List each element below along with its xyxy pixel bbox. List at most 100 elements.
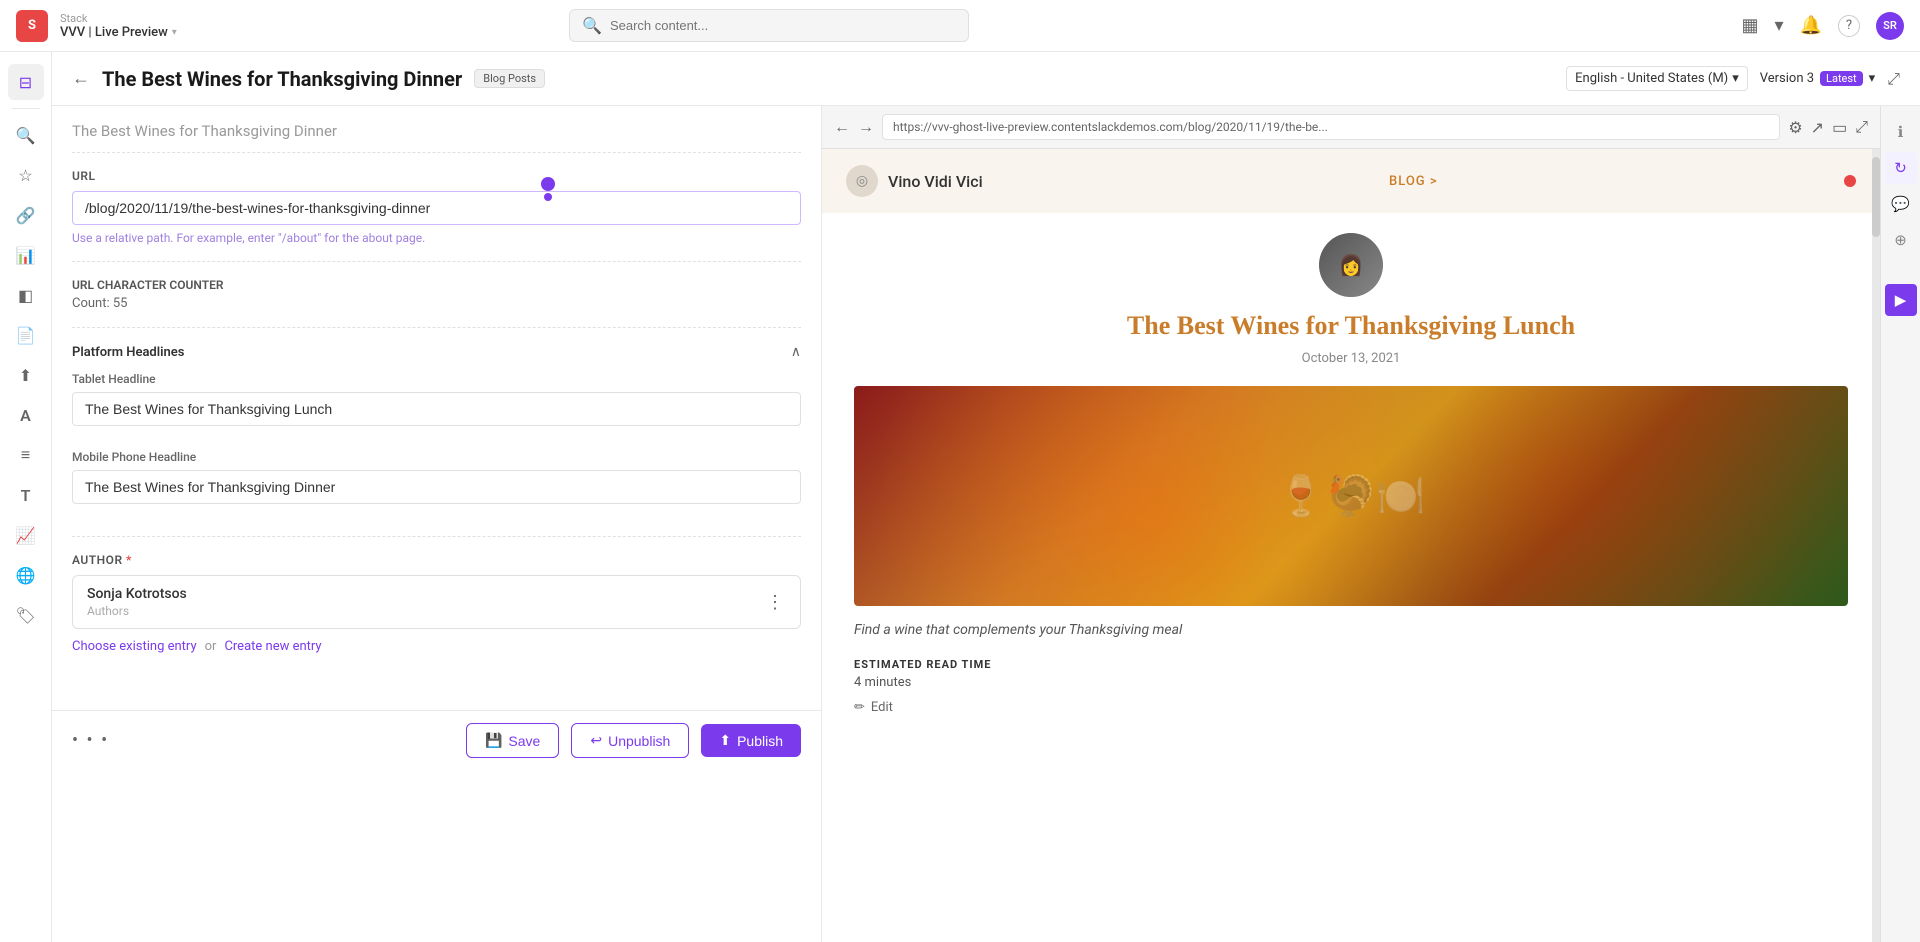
site-logo: ◎ xyxy=(846,165,878,197)
sidebar-item-font[interactable]: A xyxy=(8,397,44,433)
browser-forward-button[interactable]: → xyxy=(858,117,874,137)
sidebar-item-analytics[interactable]: 📈 xyxy=(8,517,44,553)
icon-sidebar: ⊟ 🔍 ☆ 🔗 📊 ◧ 📄 ⬆ A ≡ T 📈 🌐 🏷 xyxy=(0,52,52,942)
stack-info: Stack VVV | Live Preview ▾ xyxy=(60,12,177,40)
sidebar-item-globe[interactable]: 🌐 xyxy=(8,557,44,593)
tablet-headline-field: Tablet Headline xyxy=(72,372,801,426)
right-panel-info-icon[interactable]: ℹ xyxy=(1885,116,1917,148)
sidebar-item-link[interactable]: 🔗 xyxy=(8,197,44,233)
sidebar-item-text[interactable]: T xyxy=(8,477,44,513)
url-input[interactable] xyxy=(72,191,801,225)
article-excerpt: Find a wine that complements your Thanks… xyxy=(854,622,1848,638)
back-button[interactable]: ← xyxy=(72,68,90,89)
unpublish-button[interactable]: ↩ Unpublish xyxy=(571,723,689,758)
right-panel-play-icon[interactable]: ▶ xyxy=(1885,284,1917,316)
search-icon: 🔍 xyxy=(582,16,602,35)
right-panel-chat-icon[interactable]: 💬 xyxy=(1885,188,1917,220)
preview-article: 👩 The Best Wines for Thanksgiving Lunch … xyxy=(822,213,1880,735)
stack-label: Stack xyxy=(60,12,177,25)
chevron-down-icon[interactable]: ▾ xyxy=(1775,15,1784,36)
url-input-wrap xyxy=(72,191,801,225)
sidebar-item-star[interactable]: ☆ xyxy=(8,157,44,193)
search-input[interactable] xyxy=(610,18,956,33)
sidebar-item-tag[interactable]: 🏷 xyxy=(8,597,44,633)
preview-label[interactable]: VVV | Live Preview ▾ xyxy=(60,25,177,40)
author-info: Sonja Kotrotsos Authors xyxy=(87,586,187,618)
topbar: S Stack VVV | Live Preview ▾ 🔍 ▦ ▾ 🔔 ? S… xyxy=(0,0,1920,52)
preview-pane: ← → https://vvv-ghost-live-preview.conte… xyxy=(822,106,1880,942)
choose-existing-entry-link[interactable]: Choose existing entry xyxy=(72,639,197,654)
external-link-icon[interactable]: ↗ xyxy=(1811,118,1824,137)
browser-url-bar[interactable]: https://vvv-ghost-live-preview.contentsl… xyxy=(882,114,1780,140)
author-add-row: Choose existing entry or Create new entr… xyxy=(72,639,801,654)
user-avatar[interactable]: SR xyxy=(1876,12,1904,40)
header-right: English - United States (M) ▾ Version 3 … xyxy=(1566,66,1900,91)
read-time: 4 minutes xyxy=(854,675,1848,690)
sidebar-item-search[interactable]: 🔍 xyxy=(8,117,44,153)
sidebar-item-menu[interactable]: ≡ xyxy=(8,437,44,473)
publish-button[interactable]: ⬆ Publish xyxy=(701,724,801,757)
right-panel-refresh-icon[interactable]: ↻ xyxy=(1885,152,1917,184)
sidebar-item-doc[interactable]: 📄 xyxy=(8,317,44,353)
preview-scrollbar-track[interactable] xyxy=(1872,149,1880,942)
sidebar-item-upload[interactable]: ⬆ xyxy=(8,357,44,393)
two-pane: The Best Wines for Thanksgiving Dinner U… xyxy=(52,106,1920,942)
tablet-headline-input[interactable] xyxy=(72,392,801,426)
page-header: ← The Best Wines for Thanksgiving Dinner… xyxy=(52,52,1920,106)
tablet-headline-label: Tablet Headline xyxy=(72,372,801,386)
platform-headlines-header: Platform Headlines ∧ xyxy=(72,344,801,360)
edit-icon: ✏ xyxy=(854,700,865,715)
chevron-down-icon: ▾ xyxy=(172,27,177,38)
search-bar[interactable]: 🔍 xyxy=(569,9,969,42)
tablet-icon[interactable]: ▭ xyxy=(1832,118,1847,137)
bell-icon[interactable]: 🔔 xyxy=(1800,15,1822,36)
version-label: Version 3 xyxy=(1760,71,1814,86)
chevron-down-icon[interactable]: ▾ xyxy=(1869,71,1876,86)
right-panel-settings-icon[interactable]: ⊕ xyxy=(1885,224,1917,256)
layout-icon[interactable]: ▦ xyxy=(1741,15,1758,36)
mobile-headline-label: Mobile Phone Headline xyxy=(72,450,801,464)
sidebar-item-dashboard[interactable]: ⊟ xyxy=(8,64,44,100)
right-panel: ℹ ↻ 💬 ⊕ ▶ xyxy=(1880,106,1920,942)
sidebar-item-layers[interactable]: ◧ xyxy=(8,277,44,313)
counter-label: URL Character Counter xyxy=(72,278,801,292)
save-button[interactable]: 💾 Save xyxy=(466,723,559,758)
sidebar-item-chart[interactable]: 📊 xyxy=(8,237,44,273)
edit-button[interactable]: ✏ Edit xyxy=(854,700,1848,715)
latest-tag: Latest xyxy=(1820,71,1863,86)
main-layout: ⊟ 🔍 ☆ 🔗 📊 ◧ 📄 ⬆ A ≡ T 📈 🌐 🏷 ← The Best W… xyxy=(0,52,1920,942)
hero-image xyxy=(854,386,1848,606)
article-title: The Best Wines for Thanksgiving Lunch xyxy=(854,309,1848,343)
platform-headlines-label: Platform Headlines xyxy=(72,345,184,360)
expand-icon[interactable]: ⤢ xyxy=(1855,117,1868,137)
mobile-headline-input[interactable] xyxy=(72,470,801,504)
blog-nav-link[interactable]: BLOG > xyxy=(1389,174,1438,189)
help-icon[interactable]: ? xyxy=(1838,15,1860,37)
platform-headlines-section: Platform Headlines ∧ Tablet Headline Mob… xyxy=(72,328,801,537)
locale-label: English - United States (M) xyxy=(1575,71,1728,86)
expand-icon[interactable]: ⤢ xyxy=(1887,69,1900,89)
read-time-label: ESTIMATED READ TIME xyxy=(854,658,1848,671)
author-role: Authors xyxy=(87,604,187,618)
url-label: URL xyxy=(72,169,801,183)
counter-value: Count: 55 xyxy=(72,296,801,311)
or-label: or xyxy=(205,639,217,654)
content-area: ← The Best Wines for Thanksgiving Dinner… xyxy=(52,52,1920,942)
app-logo[interactable]: S xyxy=(16,10,48,42)
gear-icon[interactable]: ⚙ xyxy=(1788,118,1802,137)
author-options-button[interactable]: ⋮ xyxy=(766,592,786,613)
page-title: The Best Wines for Thanksgiving Dinner xyxy=(102,67,462,91)
locale-selector[interactable]: English - United States (M) ▾ xyxy=(1566,66,1748,91)
mobile-headline-field: Mobile Phone Headline xyxy=(72,450,801,504)
drag-handle-top xyxy=(541,177,555,191)
topbar-right: ▦ ▾ 🔔 ? SR xyxy=(1741,12,1903,40)
create-new-entry-link[interactable]: Create new entry xyxy=(224,639,321,654)
drag-handle xyxy=(541,177,555,201)
url-hint: Use a relative path. For example, enter … xyxy=(72,231,801,245)
spacer xyxy=(72,442,801,450)
drag-handle-bottom xyxy=(544,193,552,201)
chevron-down-icon: ▾ xyxy=(1732,71,1739,86)
more-options-button[interactable]: • • • xyxy=(72,730,109,751)
collapse-button[interactable]: ∧ xyxy=(791,344,801,360)
browser-back-button[interactable]: ← xyxy=(834,117,850,137)
